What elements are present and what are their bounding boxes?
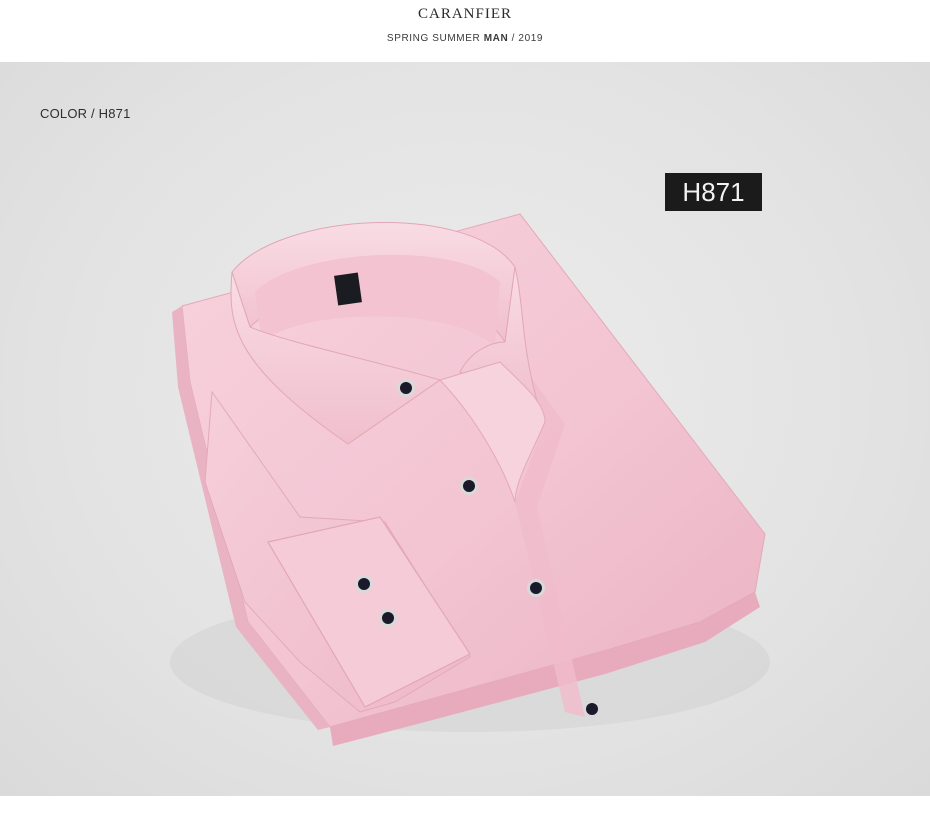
- front-button-1: [460, 477, 478, 495]
- tagline-season: SPRING SUMMER: [386, 33, 481, 44]
- product-code-badge: H871: [665, 173, 762, 211]
- product-panel: COLOR / H871 H871: [0, 62, 930, 796]
- shirt-image: [170, 213, 770, 746]
- color-label: COLOR / H871: [40, 106, 131, 121]
- brand-name: CARANFIER: [417, 6, 512, 22]
- page-header: CARANFIER SPRING SUMMER MAN / 2019: [0, 0, 930, 62]
- collection-tagline: SPRING SUMMER MAN / 2019: [0, 33, 930, 44]
- front-button-2: [527, 579, 545, 597]
- cuff-button-1: [355, 575, 373, 593]
- page-footer: [0, 796, 930, 816]
- cuff-button-2: [379, 609, 397, 627]
- tagline-year: / 2019: [511, 33, 544, 44]
- collar-tag: [334, 272, 362, 306]
- collar-button: [397, 379, 415, 397]
- front-button-3: [583, 700, 601, 718]
- tagline-category: MAN: [483, 33, 509, 44]
